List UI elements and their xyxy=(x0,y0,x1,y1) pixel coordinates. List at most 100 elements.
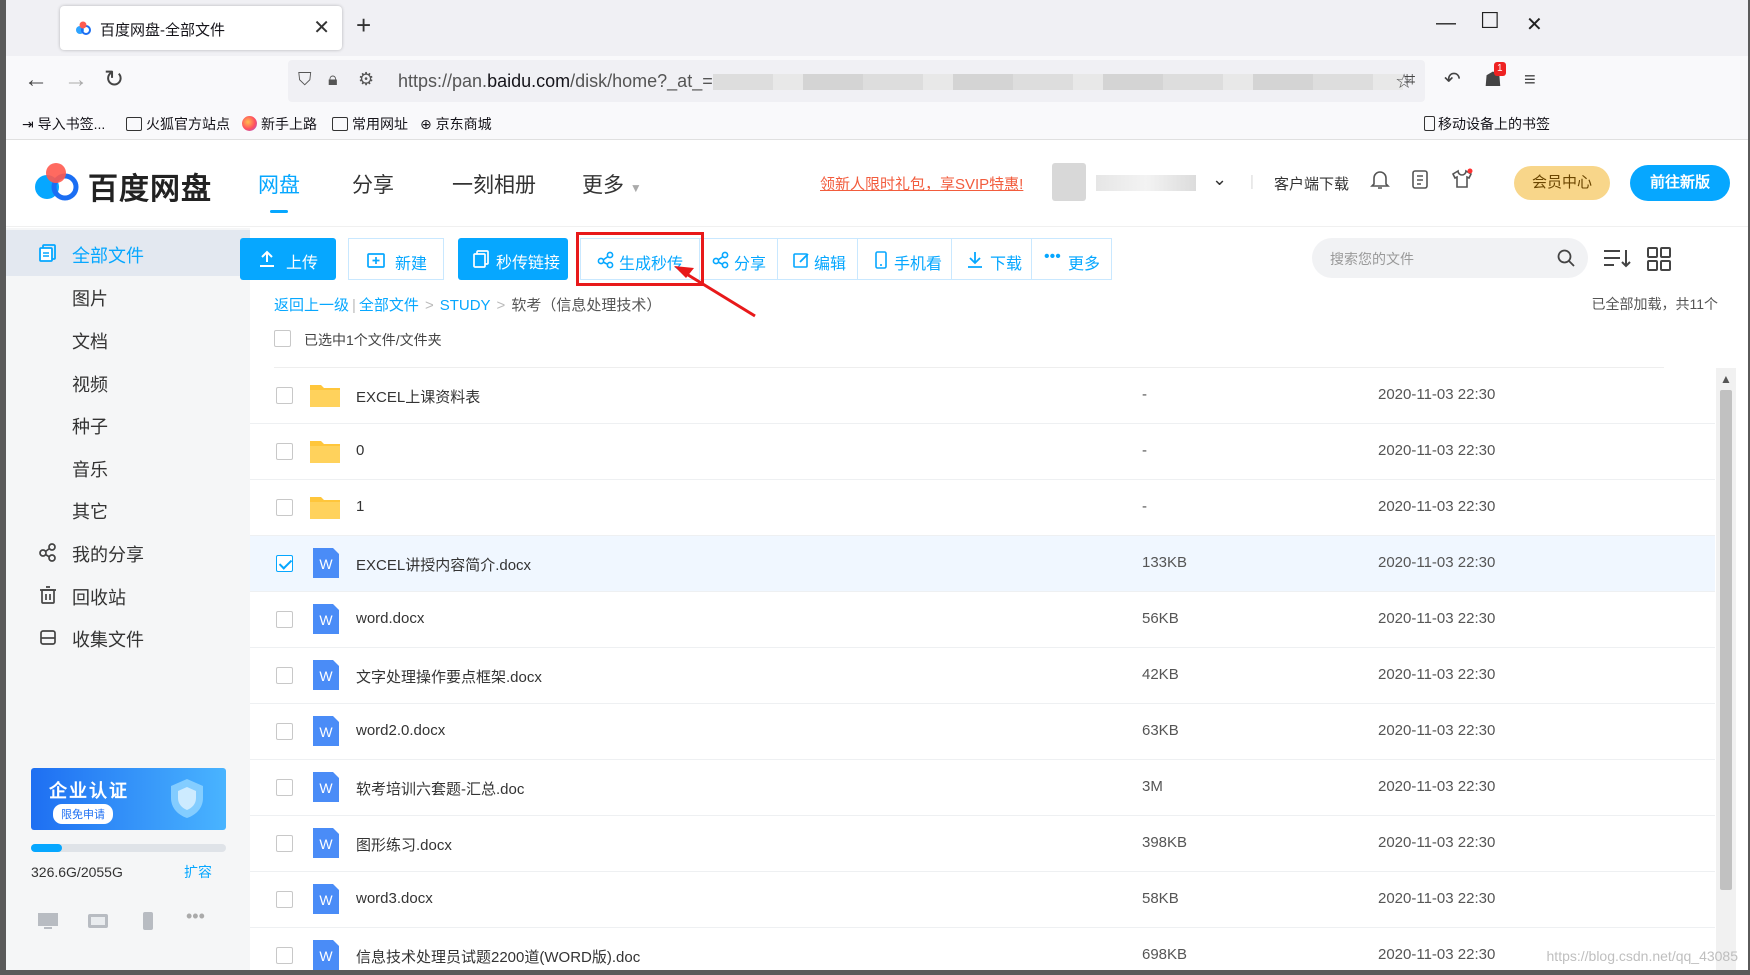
nav-netdisk[interactable]: 网盘 xyxy=(258,169,300,213)
bookmark-firefox-site[interactable]: 火狐官方站点 xyxy=(126,114,230,134)
row-checkbox[interactable] xyxy=(276,555,293,572)
sidebar-item-images[interactable]: 图片 xyxy=(6,273,250,319)
sidebar-item-documents[interactable]: 文档 xyxy=(6,316,250,362)
more-devices-icon[interactable]: ••• xyxy=(186,906,210,926)
grid-view-icon[interactable] xyxy=(1644,246,1674,272)
instant-link-button[interactable]: 秒传链接 xyxy=(458,238,568,280)
breadcrumb-back[interactable]: 返回上一级 xyxy=(274,297,349,314)
file-name[interactable]: 软考培训六套题-汇总.doc xyxy=(356,778,524,799)
table-row[interactable]: W 文字处理操作要点框架.docx 42KB 2020-11-03 22:30 xyxy=(250,648,1715,704)
username-redacted[interactable] xyxy=(1096,175,1196,191)
desktop-icon[interactable] xyxy=(36,912,60,930)
table-row[interactable]: W EXCEL讲授内容简介.docx 133KB 2020-11-03 22:30 xyxy=(250,536,1715,592)
chevron-down-icon[interactable]: ⌄ xyxy=(1212,169,1227,190)
bookmark-jd[interactable]: ⊕ 京东商城 xyxy=(420,114,492,134)
scroll-up-icon[interactable]: ▲ xyxy=(1720,372,1732,386)
row-checkbox[interactable] xyxy=(276,723,293,740)
more-button[interactable]: ••• 更多 xyxy=(1032,238,1112,280)
shield-icon[interactable]: ⛉ xyxy=(298,69,312,90)
new-folder-button[interactable]: 新建 xyxy=(348,238,444,280)
bell-icon[interactable] xyxy=(1368,167,1392,191)
phone-view-button[interactable]: 手机看 xyxy=(858,238,952,280)
sidebar-item-recycle-bin[interactable]: 回收站 xyxy=(6,572,250,618)
url-text[interactable]: https://pan.baidu.com/disk/home?_at_= xyxy=(398,71,713,92)
row-checkbox[interactable] xyxy=(276,387,293,404)
client-download-link[interactable]: 客户端下载 xyxy=(1274,173,1349,194)
browser-tab[interactable]: 百度网盘-全部文件 ✕ xyxy=(60,6,342,50)
scrollbar-thumb[interactable] xyxy=(1720,390,1732,890)
window-close-icon[interactable]: ✕ xyxy=(1526,12,1543,37)
table-row[interactable]: 1 - 2020-11-03 22:30 xyxy=(250,480,1715,536)
search-box[interactable]: 搜索您的文件 xyxy=(1312,238,1588,278)
file-name[interactable]: 1 xyxy=(356,498,364,515)
file-name[interactable]: 图形练习.docx xyxy=(356,834,452,855)
row-checkbox[interactable] xyxy=(276,835,293,852)
reload-icon[interactable]: ↻ xyxy=(104,68,124,92)
file-name[interactable]: word2.0.docx xyxy=(356,722,445,739)
table-row[interactable]: W 软考培训六套题-汇总.doc 3M 2020-11-03 22:30 xyxy=(250,760,1715,816)
file-name[interactable]: 0 xyxy=(356,442,364,459)
sidebar-item-torrents[interactable]: 种子 xyxy=(6,401,250,447)
table-row[interactable]: W 图形练习.docx 398KB 2020-11-03 22:30 xyxy=(250,816,1715,872)
breadcrumb-study[interactable]: STUDY xyxy=(440,297,491,314)
expand-storage-link[interactable]: 扩容 xyxy=(184,862,212,882)
sidebar-item-videos[interactable]: 视频 xyxy=(6,359,250,405)
back-icon[interactable]: ← xyxy=(24,68,48,92)
new-version-button[interactable]: 前往新版 xyxy=(1630,165,1730,201)
row-checkbox[interactable] xyxy=(276,947,293,964)
table-row[interactable]: Wword2.0.docx 63KB 2020-11-03 22:30 xyxy=(250,704,1715,760)
tablet-icon[interactable] xyxy=(86,912,110,930)
row-checkbox[interactable] xyxy=(276,891,293,908)
edit-button[interactable]: 编辑 xyxy=(778,238,858,280)
file-name[interactable]: EXCEL上课资料表 xyxy=(356,386,480,407)
nav-album[interactable]: 一刻相册 xyxy=(452,169,536,199)
sidebar-item-other[interactable]: 其它 xyxy=(6,486,250,532)
row-checkbox[interactable] xyxy=(276,779,293,796)
row-checkbox[interactable] xyxy=(276,667,293,684)
extensions-icon[interactable]: ☗ 1 xyxy=(1484,62,1506,92)
table-row[interactable]: W 信息技术处理员试题2200道(WORD版).doc 698KB 2020-11-0… xyxy=(250,928,1715,970)
sidebar-item-all-files[interactable]: 全部文件 xyxy=(6,230,250,276)
clipboard-icon[interactable] xyxy=(1408,167,1432,191)
new-tab-icon[interactable]: + xyxy=(356,12,371,38)
file-name[interactable]: 文字处理操作要点框架.docx xyxy=(356,666,542,687)
table-row[interactable]: Wword3.docx 58KB 2020-11-03 22:30 xyxy=(250,872,1715,928)
sidebar-item-music[interactable]: 音乐 xyxy=(6,444,250,490)
bookmark-getting-started[interactable]: 新手上路 xyxy=(242,114,317,134)
file-name[interactable]: 信息技术处理员试题2200道(WORD版).doc xyxy=(356,946,640,967)
address-bar[interactable]: ⛉ 🔒︎ ⚙ https://pan.baidu.com/disk/home?_… xyxy=(288,60,1425,102)
screenshot-icon[interactable]: ⌗ xyxy=(1404,68,1415,92)
row-checkbox[interactable] xyxy=(276,611,293,628)
bookmark-import[interactable]: ⇥ 导入书签... xyxy=(22,114,105,134)
promo-link[interactable]: 领新人限时礼包，享SVIP特惠! xyxy=(820,173,1023,194)
undo-icon[interactable]: ↶ xyxy=(1444,68,1461,92)
permissions-icon[interactable]: ⚙ xyxy=(358,69,374,90)
file-name[interactable]: word.docx xyxy=(356,610,424,627)
avatar[interactable] xyxy=(1052,163,1086,201)
forward-icon[interactable]: → xyxy=(64,68,88,92)
bookmark-common-sites[interactable]: 常用网址 xyxy=(332,114,408,134)
vip-center-button[interactable]: 会员中心 xyxy=(1514,166,1610,200)
table-row[interactable]: 0 - 2020-11-03 22:30 xyxy=(250,424,1715,480)
shirt-icon[interactable] xyxy=(1450,167,1474,191)
breadcrumb-all-files[interactable]: 全部文件 xyxy=(359,297,419,314)
enterprise-banner[interactable]: 企业认证 限免申请 xyxy=(31,768,226,830)
nav-share[interactable]: 分享 xyxy=(352,169,394,199)
scrollbar[interactable]: ▲ xyxy=(1716,368,1736,970)
menu-icon[interactable]: ≡ xyxy=(1524,68,1536,92)
phone-icon[interactable] xyxy=(136,912,160,930)
sort-icon[interactable] xyxy=(1602,246,1632,272)
maximize-icon[interactable]: ☐ xyxy=(1480,8,1500,34)
file-name[interactable]: word3.docx xyxy=(356,890,433,907)
table-row[interactable]: Wword.docx 56KB 2020-11-03 22:30 xyxy=(250,592,1715,648)
nav-more[interactable]: 更多 ▼ xyxy=(582,169,642,199)
row-checkbox[interactable] xyxy=(276,443,293,460)
select-all-checkbox[interactable] xyxy=(274,330,291,347)
lock-icon[interactable]: 🔒︎ xyxy=(328,69,338,90)
sidebar-item-collect-files[interactable]: 收集文件 xyxy=(6,614,250,660)
table-row[interactable]: EXCEL上课资料表 - 2020-11-03 22:30 xyxy=(250,368,1715,424)
mobile-bookmarks[interactable]: 移动设备上的书签 xyxy=(1424,114,1550,134)
search-icon[interactable] xyxy=(1556,248,1576,268)
close-tab-icon[interactable]: ✕ xyxy=(313,15,330,40)
file-name[interactable]: EXCEL讲授内容简介.docx xyxy=(356,554,531,575)
